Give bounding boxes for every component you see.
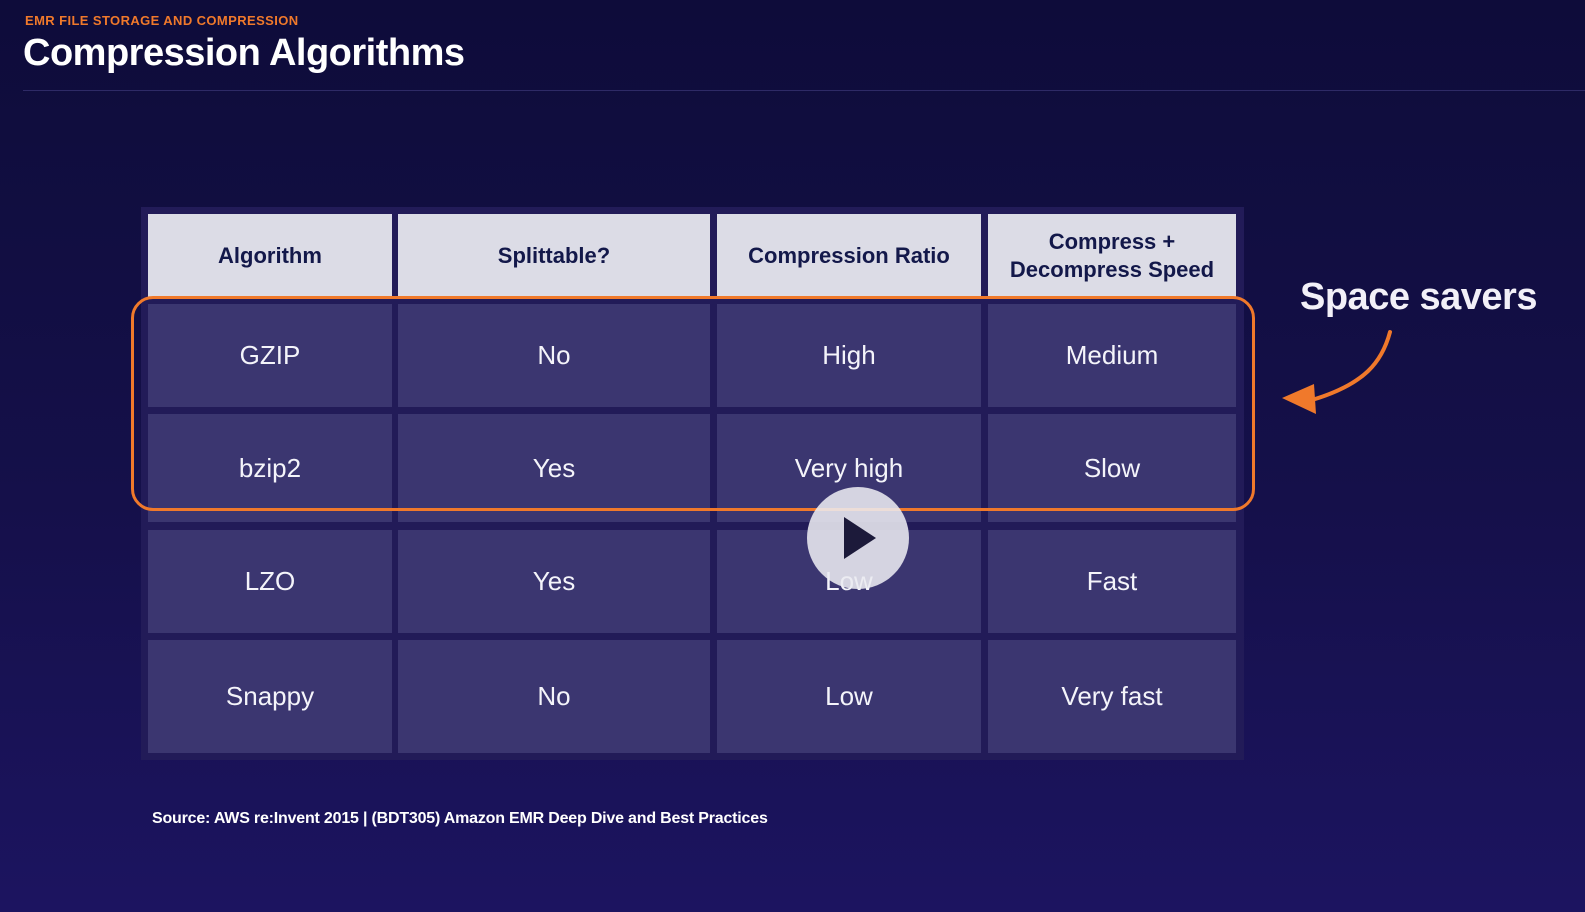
table-cell: LZO <box>148 530 392 633</box>
table-cell: Snappy <box>148 640 392 753</box>
source-citation: Source: AWS re:Invent 2015 | (BDT305) Am… <box>152 810 768 827</box>
table-cell: No <box>398 640 710 753</box>
table-header-algorithm: Algorithm <box>148 214 392 298</box>
slide-eyebrow: EMR FILE STORAGE AND COMPRESSION <box>25 13 299 28</box>
table-header-compression-ratio: Compression Ratio <box>717 214 981 298</box>
slide-title: Compression Algorithms <box>23 32 465 74</box>
table-header-speed: Compress + Decompress Speed <box>988 214 1236 298</box>
curved-arrow-icon <box>1282 330 1392 414</box>
highlight-outline <box>131 296 1255 511</box>
play-icon <box>844 517 876 559</box>
play-button[interactable] <box>807 487 909 589</box>
table-cell: Very fast <box>988 640 1236 753</box>
space-savers-callout: Space savers <box>1300 276 1537 318</box>
table-cell: Low <box>717 640 981 753</box>
title-divider <box>23 90 1585 91</box>
table-cell: Yes <box>398 530 710 633</box>
table-header-splittable: Splittable? <box>398 214 710 298</box>
table-cell: Fast <box>988 530 1236 633</box>
